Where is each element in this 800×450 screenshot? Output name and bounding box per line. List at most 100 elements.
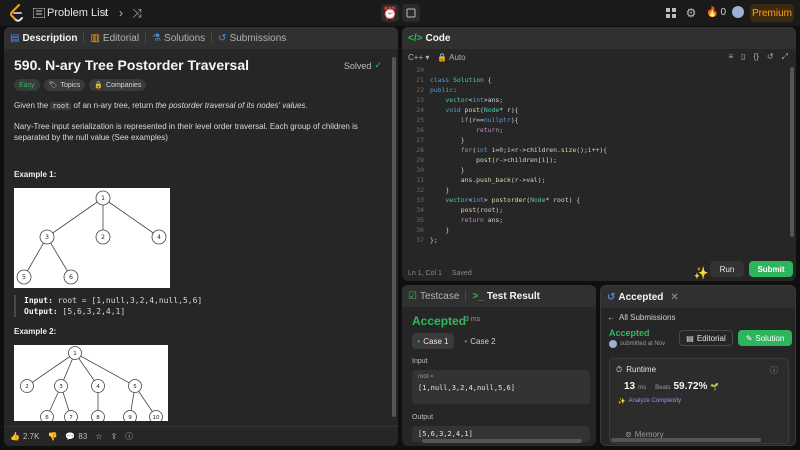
like-button[interactable]: 👍 2.7K xyxy=(10,432,39,441)
tree2-node: 5 xyxy=(133,384,137,390)
language-value: C++ xyxy=(408,52,424,62)
premium-button[interactable]: Premium xyxy=(750,4,794,22)
topics-chip[interactable]: 🏷 Topics xyxy=(43,79,86,91)
star-icon: ☆ xyxy=(95,432,103,441)
sprout-icon: 🌱 xyxy=(710,384,720,391)
auto-mode[interactable]: 🔒 Auto xyxy=(437,53,465,62)
description-icon: ▤ xyxy=(10,32,20,44)
case-1-tab[interactable]: • Case 1 xyxy=(412,333,454,349)
tab-editorial[interactable]: ▥ Editorial xyxy=(84,27,145,49)
case-2-label: Case 2 xyxy=(470,336,496,346)
expand-icon[interactable]: ⤢ xyxy=(782,52,788,62)
para1-code: root xyxy=(50,102,72,110)
note-icon[interactable] xyxy=(402,4,420,22)
gear-icon[interactable]: ⚙ xyxy=(682,4,700,22)
result-status: Accepted xyxy=(412,314,467,328)
line-number: 29 xyxy=(416,156,424,164)
avatar[interactable] xyxy=(732,6,744,18)
comments-button[interactable]: 💬 83 xyxy=(65,432,87,441)
line-number: 27 xyxy=(416,136,424,144)
code-line[interactable]: 25 if(r==nullptr){ xyxy=(402,115,782,125)
sparkle-icon[interactable]: ✨ xyxy=(692,264,710,282)
example-2-tree-image: 1 2 3 4 5 6 7 8 9 10 xyxy=(14,345,168,421)
layout-grid-icon[interactable] xyxy=(662,4,680,22)
code-line[interactable]: 20 xyxy=(402,65,782,75)
braces-icon[interactable]: {} xyxy=(754,52,759,62)
tab-editorial-label: Editorial xyxy=(102,32,140,44)
alarm-clock-icon[interactable]: ⏰ xyxy=(381,4,399,22)
code-line[interactable]: 24 void post(Node* r){ xyxy=(402,105,782,115)
info-icon[interactable]: ⓘ xyxy=(770,365,778,376)
tab-accepted[interactable]: ↺ Accepted ✕ xyxy=(601,286,685,308)
runtime-label: Runtime xyxy=(626,365,657,374)
tree2-node: 8 xyxy=(96,415,100,421)
shuffle-icon[interactable]: ⤨ xyxy=(128,4,146,22)
line-number: 34 xyxy=(416,206,424,214)
problem-list-icon[interactable] xyxy=(33,5,45,21)
description-scrollbar[interactable] xyxy=(392,57,396,417)
dislike-button[interactable]: 👎 xyxy=(47,432,57,441)
runtime-unit: ms xyxy=(638,385,647,391)
language-select[interactable]: C++ ▾ xyxy=(408,53,429,62)
code-line[interactable]: 34 post(root); xyxy=(402,205,782,215)
tree2-node: 1 xyxy=(73,351,77,357)
line-number: 37 xyxy=(416,236,424,244)
case-2-tab[interactable]: • Case 2 xyxy=(460,333,500,349)
code-line[interactable]: 32 } xyxy=(402,185,782,195)
code-line[interactable]: 22 public: xyxy=(402,85,782,95)
code-line[interactable]: 31 ans.push_back(r->val); xyxy=(402,175,782,185)
testcase-scrollbar[interactable] xyxy=(422,439,582,443)
code-line[interactable]: 29 post(r->children[i]); xyxy=(402,155,782,165)
run-button[interactable]: Run xyxy=(710,261,744,277)
editorial-button[interactable]: ▤ Editorial xyxy=(679,330,733,346)
testcase-tabbar: ☑ Testcase >_ Test Result xyxy=(402,285,596,307)
tab-testcase[interactable]: ☑ Testcase xyxy=(402,285,465,307)
code-icon: </> xyxy=(408,32,423,44)
code-panel: </> Code C++ ▾ 🔒 Auto ≡ ▯ {} ↺ ⤢ 20 21 cla… xyxy=(402,27,796,281)
line-number: 31 xyxy=(416,176,424,184)
code-line[interactable]: 26 return; xyxy=(402,125,782,135)
tab-test-result[interactable]: >_ Test Result xyxy=(466,285,546,307)
likes-count: 2.7K xyxy=(22,432,40,441)
close-icon[interactable]: ✕ xyxy=(670,292,678,303)
tab-solutions[interactable]: ⚗ Solutions xyxy=(146,27,211,49)
accepted-scrollbar[interactable] xyxy=(611,438,761,442)
code-line[interactable]: 30 } xyxy=(402,165,782,175)
code-editor[interactable]: 20 21 class Solution {22 public: 23 vector<i… xyxy=(402,65,796,265)
favorite-button[interactable]: ☆ xyxy=(95,432,102,441)
leetcode-logo-icon[interactable] xyxy=(9,4,25,22)
code-line[interactable]: 23 vector<int>ans; xyxy=(402,95,782,105)
code-line[interactable]: 37}; xyxy=(402,235,782,245)
companies-chip[interactable]: 🔒 Companies xyxy=(89,79,147,91)
code-line[interactable]: 33 vector<int> postorder(Node* root) { xyxy=(402,195,782,205)
tab-description[interactable]: ▤ Description xyxy=(4,27,83,49)
analyze-complexity-link[interactable]: ✨ Analyze Complexity xyxy=(618,398,681,405)
streak-counter[interactable]: 🔥 0 xyxy=(706,7,726,18)
code-line[interactable]: 36 } xyxy=(402,225,782,235)
help-button[interactable]: ⓘ xyxy=(125,431,133,442)
code-text: void post(Node* r){ xyxy=(445,106,519,114)
code-line[interactable]: 28 for(int i=0;i<r->children.size();i++)… xyxy=(402,145,782,155)
share-button[interactable]: ⇪ xyxy=(110,432,117,441)
bookmark-icon[interactable]: ▯ xyxy=(741,52,745,62)
all-submissions-link[interactable]: ← All Submissions xyxy=(607,313,675,322)
code-line[interactable]: 27 } xyxy=(402,135,782,145)
submit-button[interactable]: Submit xyxy=(749,261,793,277)
solution-button[interactable]: ✎ Solution xyxy=(738,330,792,346)
runtime-header: ⏱ Runtime xyxy=(616,365,656,375)
tab-code[interactable]: </> Code xyxy=(402,27,456,49)
clock-icon: ⏱ xyxy=(616,365,623,374)
tab-code-label: Code xyxy=(425,32,451,44)
example-1-tree-image: 1 3 2 4 5 6 xyxy=(14,188,170,288)
example-1-title: Example 1: xyxy=(14,170,57,179)
tab-submissions[interactable]: ↺ Submissions xyxy=(212,27,292,49)
runtime-stats: 13 ms Beats 59.72% 🌱 xyxy=(624,381,719,392)
code-line[interactable]: 21 class Solution { xyxy=(402,75,782,85)
code-scrollbar[interactable] xyxy=(790,67,794,237)
tab-test-result-label: Test Result xyxy=(486,290,541,302)
saved-status: Saved xyxy=(451,269,472,277)
reset-icon[interactable]: ↺ xyxy=(767,52,774,62)
format-icon[interactable]: ≡ xyxy=(728,52,733,62)
tree1-node: 5 xyxy=(22,274,26,281)
code-line[interactable]: 35 return ans; xyxy=(402,215,782,225)
